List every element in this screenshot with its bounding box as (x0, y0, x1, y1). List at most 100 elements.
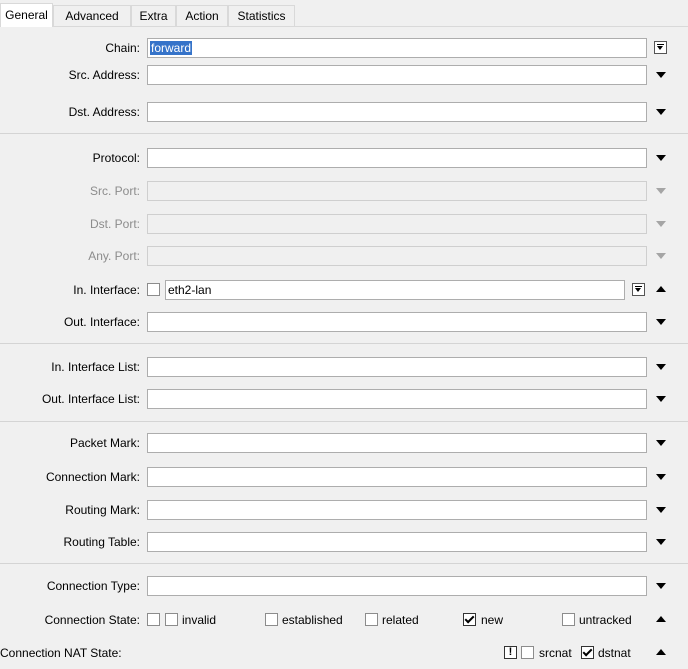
in-interface-label: In. Interface: (73, 283, 140, 297)
src-address-label: Src. Address: (68, 68, 140, 82)
out-interface-list-input[interactable] (147, 389, 647, 409)
in-interface-value: eth2-lan (168, 283, 212, 297)
any-port-label: Any. Port: (88, 249, 140, 263)
dst-port-expand-icon (656, 221, 666, 227)
protocol-expand-icon[interactable] (656, 155, 666, 161)
any-port-input (147, 246, 647, 266)
new-checkbox[interactable] (463, 613, 476, 626)
new-label: new (481, 613, 504, 627)
tab-extra[interactable]: Extra (131, 5, 176, 26)
checkmark-icon (582, 646, 593, 657)
in-interface-input[interactable]: eth2-lan (165, 280, 625, 300)
chain-row: Chain: forward (0, 37, 688, 59)
in-interface-negate-checkbox[interactable] (147, 283, 160, 296)
dst-address-label: Dst. Address: (68, 105, 140, 119)
packet-mark-input[interactable] (147, 433, 647, 453)
section-divider (0, 133, 688, 134)
routing-table-expand-icon[interactable] (656, 539, 666, 545)
connection-mark-input[interactable] (147, 467, 647, 487)
chain-label: Chain: (105, 41, 140, 55)
connection-mark-label: Connection Mark: (45, 470, 140, 484)
dst-address-expand-icon[interactable] (656, 109, 666, 115)
connection-type-input[interactable] (147, 576, 647, 596)
dst-port-label: Dst. Port: (89, 217, 140, 231)
tab-action[interactable]: Action (176, 5, 228, 26)
dst-address-input[interactable] (147, 102, 647, 122)
in-interface-list-row: In. Interface List: (0, 356, 688, 378)
any-port-row: Any. Port: (0, 245, 688, 267)
related-label: related (382, 613, 419, 627)
connection-nat-state-collapse-icon[interactable] (656, 649, 666, 655)
chain-input[interactable]: forward (147, 38, 647, 58)
related-checkbox[interactable] (365, 613, 378, 626)
in-interface-list-expand-icon[interactable] (656, 364, 666, 370)
protocol-row: Protocol: (0, 147, 688, 169)
src-port-label: Src. Port: (89, 184, 140, 198)
invalid-checkbox[interactable] (165, 613, 178, 626)
connection-state-negate-checkbox[interactable] (147, 613, 160, 626)
connection-type-label: Connection Type: (46, 579, 140, 593)
packet-mark-expand-icon[interactable] (656, 440, 666, 446)
connection-nat-state-row: Connection NAT State: ! srcnat dstnat (0, 642, 688, 664)
out-interface-label: Out. Interface: (63, 315, 140, 329)
connection-type-expand-icon[interactable] (656, 583, 666, 589)
in-interface-collapse-icon[interactable] (656, 286, 666, 292)
checkmark-icon (464, 613, 475, 624)
routing-mark-row: Routing Mark: (0, 499, 688, 521)
any-port-expand-icon (656, 253, 666, 259)
bar-icon (635, 286, 642, 287)
src-address-row: Src. Address: (0, 64, 688, 86)
established-checkbox[interactable] (265, 613, 278, 626)
section-divider (0, 343, 688, 344)
src-port-expand-icon (656, 188, 666, 194)
connection-state-collapse-icon[interactable] (656, 616, 666, 622)
protocol-input[interactable] (147, 148, 647, 168)
src-address-expand-icon[interactable] (656, 72, 666, 78)
routing-table-row: Routing Table: (0, 531, 688, 553)
triangle-down-icon (635, 288, 641, 292)
connection-nat-state-label: Connection NAT State: (0, 646, 122, 660)
out-interface-list-expand-icon[interactable] (656, 396, 666, 402)
invalid-label: invalid (182, 613, 217, 627)
connection-mark-row: Connection Mark: (0, 466, 688, 488)
dst-port-input (147, 214, 647, 234)
out-interface-expand-icon[interactable] (656, 319, 666, 325)
src-port-input (147, 181, 647, 201)
untracked-checkbox[interactable] (562, 613, 575, 626)
packet-mark-label: Packet Mark: (69, 436, 140, 450)
routing-table-label: Routing Table: (63, 535, 141, 549)
tab-general[interactable]: General (0, 3, 53, 27)
untracked-label: untracked (579, 613, 632, 627)
in-interface-list-input[interactable] (147, 357, 647, 377)
section-divider (0, 421, 688, 422)
routing-mark-label: Routing Mark: (65, 503, 140, 517)
routing-mark-expand-icon[interactable] (656, 507, 666, 513)
out-interface-row: Out. Interface: (0, 311, 688, 333)
triangle-down-icon (657, 46, 663, 50)
chain-dropdown-button[interactable] (654, 41, 667, 54)
src-address-input[interactable] (147, 65, 647, 85)
in-interface-dropdown-button[interactable] (632, 283, 645, 296)
routing-mark-input[interactable] (147, 500, 647, 520)
connection-state-label: Connection State: (44, 613, 140, 627)
chain-value: forward (150, 41, 193, 55)
established-label: established (282, 613, 343, 627)
src-port-row: Src. Port: (0, 180, 688, 202)
protocol-label: Protocol: (92, 151, 140, 165)
section-divider (0, 563, 688, 564)
srcnat-label: srcnat (539, 646, 572, 660)
dstnat-checkbox[interactable] (581, 646, 594, 659)
out-interface-list-row: Out. Interface List: (0, 388, 688, 410)
tab-advanced[interactable]: Advanced (53, 5, 131, 26)
out-interface-input[interactable] (147, 312, 647, 332)
connection-state-row: Connection State: invalid established re… (0, 609, 688, 631)
connection-mark-expand-icon[interactable] (656, 474, 666, 480)
tab-statistics[interactable]: Statistics (228, 5, 295, 26)
out-interface-list-label: Out. Interface List: (41, 392, 140, 406)
routing-table-input[interactable] (147, 532, 647, 552)
dstnat-label: dstnat (598, 646, 631, 660)
tab-baseline (0, 26, 688, 27)
nat-state-negate-button[interactable]: ! (504, 646, 517, 659)
exclamation-icon: ! (508, 646, 513, 658)
srcnat-checkbox[interactable] (521, 646, 534, 659)
